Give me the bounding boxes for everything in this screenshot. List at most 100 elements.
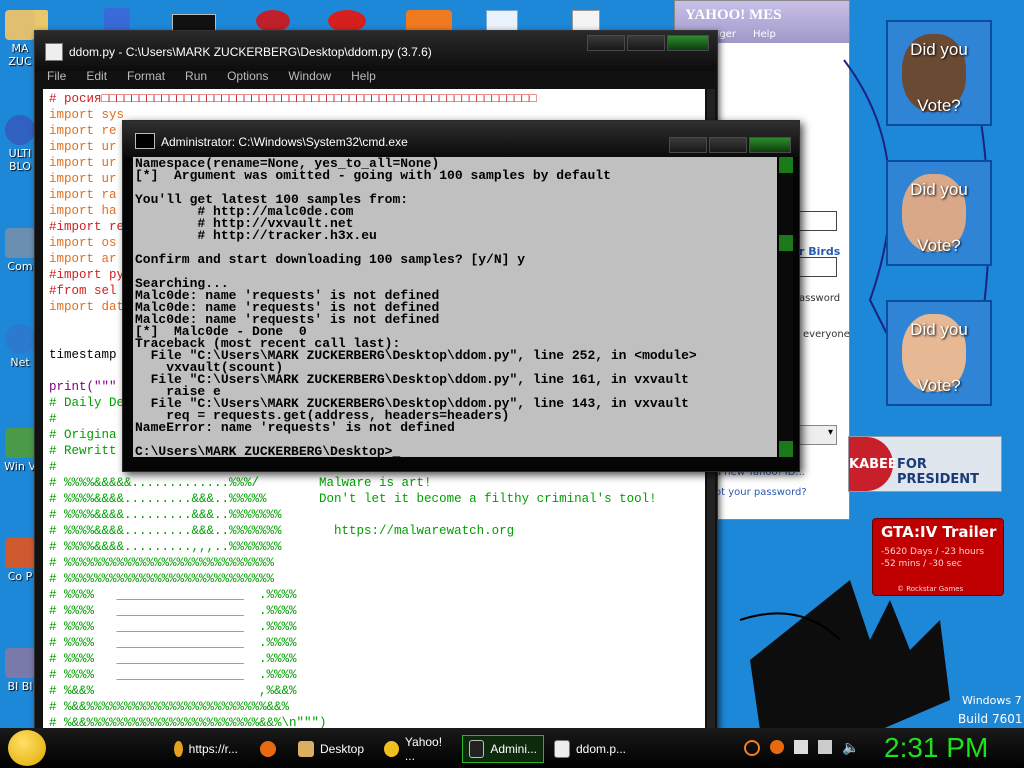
code-line: # Rewritt [49,444,117,458]
code-line: # %%%%%%%%%%%%%%%%%%%%%%%%%%%% [49,572,275,586]
taskbar-item-cmd[interactable]: Admini... [462,735,544,763]
idle-title: ddom.py - C:\Users\MARK ZUCKERBERG\Deskt… [69,45,432,59]
taskbar-item-browser[interactable]: https://r... [168,735,244,763]
maximize-button[interactable] [627,35,665,51]
taskbar-label: ddom.p... [575,742,626,756]
app-icon[interactable] [104,8,130,32]
taskbar-label: https://r... [188,742,238,756]
firefox-tray-icon[interactable] [770,740,784,754]
code-line: # %%%%&&&&.........&&&..%%%%% Don't let … [49,492,657,506]
code-line: #from sel [49,284,117,298]
scroll-up-button[interactable] [779,157,793,173]
minimize-button[interactable] [587,35,625,51]
code-line: # %%%% _________________ .%%%% [49,636,297,650]
poster-bottom-text: Vote? [917,96,961,115]
taskbar-item-desktop[interactable]: Desktop [292,735,372,763]
idle-menubar: File Edit Format Run Options Window Help [47,69,376,83]
code-line: # %%%% _________________ .%%%% [49,652,297,666]
cmd-output[interactable]: Namespace(rename=None, yes_to_all=None)[… [133,157,777,457]
action-center-icon[interactable] [794,740,808,754]
code-line: import dat [49,300,125,314]
code-line: # %%%%&&&&&.............%%%/ Malware is … [49,476,432,490]
desktop-icon-label: Net [10,356,30,369]
poster-top-text: Did you [910,180,968,199]
code-line: # [49,460,57,474]
build-watermark: Build 7601 [958,712,1023,726]
code-line: # %%%% _________________ .%%%% [49,620,297,634]
vote-poster: Did you Vote? [886,160,992,266]
code-line: # %%%%%%%%%%%%%%%%%%%%%%%%%%%% [49,556,275,570]
code-line: # %&&% ,%&&% [49,684,297,698]
cmd-scrollbar[interactable] [779,157,793,457]
volume-icon[interactable]: 🔈 [842,740,859,756]
code-line: import ha [49,204,117,218]
taskbar-item-firefox[interactable] [254,735,286,763]
cmd-window[interactable]: Administrator: C:\Windows\System32\cmd.e… [122,120,800,472]
taskbar-item-yahoo[interactable]: Yahoo! ... [378,735,458,763]
cmd-title: Administrator: C:\Windows\System32\cmd.e… [161,135,408,149]
menu-item[interactable]: Help [351,69,376,83]
maximize-button[interactable] [709,137,747,153]
console-line: Confirm and start downloading 100 sample… [135,252,526,267]
code-line: import ra [49,188,117,202]
console-line: # http://tracker.h3x.eu [135,228,377,243]
close-button[interactable] [667,35,709,51]
close-button[interactable] [749,137,791,153]
chrome-icon [174,741,183,757]
gta-mins: -52 mins / -30 sec [881,559,962,569]
cmd-icon [469,740,485,758]
code-line: # %%%% _________________ .%%%% [49,588,297,602]
taskbar-clock[interactable]: 2:31 PM [884,732,988,764]
menu-item[interactable]: Run [185,69,207,83]
gta-credit: © Rockstar Games [897,585,964,593]
yahoo-smiley-icon [384,741,399,757]
taskbar-label: Yahoo! ... [404,735,443,763]
python-file-icon [554,740,570,758]
desktop-icon-label: ULTI BLO [8,147,32,173]
yahoo-logo: YAHOO! MES [685,7,782,23]
cmd-window-controls [669,137,791,153]
taskbar-label: Desktop [320,742,365,756]
search-icon[interactable] [744,740,760,756]
console-line: NameError: name 'requests' is not define… [135,420,455,435]
os-watermark: Windows 7 [962,694,1022,707]
taskbar-item-idle[interactable]: ddom.p... [548,735,632,763]
angry-birds-icon[interactable] [256,10,290,32]
poster-top-text: Did you [910,320,968,339]
vote-poster: Did you Vote? [886,20,992,126]
code-line: timestamp [49,348,117,362]
folder-icon [298,741,314,757]
code-line: # %&&%%%%%%%%%%%%%%%%%%%%%%%&&%\n""") [49,716,327,729]
idle-titlebar[interactable]: ddom.py - C:\Users\MARK ZUCKERBERG\Deskt… [35,31,717,83]
cmd-icon [135,133,155,149]
code-line: # %%%% _________________ .%%%% [49,604,297,618]
desktop-icon-label: MA ZUC [8,42,32,68]
idle-window-controls [587,35,709,51]
yahoo-menu-help[interactable]: Help [753,29,776,40]
taskbar: https://r... Desktop Yahoo! ... Admini..… [0,728,1024,768]
scroll-thumb[interactable] [779,235,793,251]
code-line: import ur [49,140,117,154]
menu-item[interactable]: Edit [86,69,107,83]
radiation-icon[interactable] [328,10,366,32]
poster-top-text: Did you [910,40,968,59]
huckabee-slogan: FOR PRESIDENT [897,457,980,487]
gta-countdown-widget[interactable]: GTA:IV Trailer -5620 Days / -23 hours -5… [872,518,1004,596]
orange-app-icon[interactable] [406,10,452,32]
code-line: # %%%%&&&&.........&&&..%%%%%%% [49,508,282,522]
menu-item[interactable]: Options [227,69,268,83]
scroll-down-button[interactable] [779,441,793,457]
code-line: import ur [49,156,117,170]
menu-item[interactable]: File [47,69,66,83]
desktop-top-icons [20,4,660,34]
code-line: import ar [49,252,117,266]
minimize-button[interactable] [669,137,707,153]
menu-item[interactable]: Format [127,69,165,83]
taskbar-label: Admini... [490,742,537,756]
menu-item[interactable]: Window [288,69,331,83]
cmd-titlebar[interactable]: Administrator: C:\Windows\System32\cmd.e… [123,121,799,157]
start-button[interactable] [8,730,46,766]
code-line: # %%%%&&&&.........,,,..%%%%%%% [49,540,282,554]
code-line: # %&&%%%%%%%%%%%%%%%%%%%%%%%%&&% [49,700,290,714]
network-icon[interactable] [818,740,832,754]
